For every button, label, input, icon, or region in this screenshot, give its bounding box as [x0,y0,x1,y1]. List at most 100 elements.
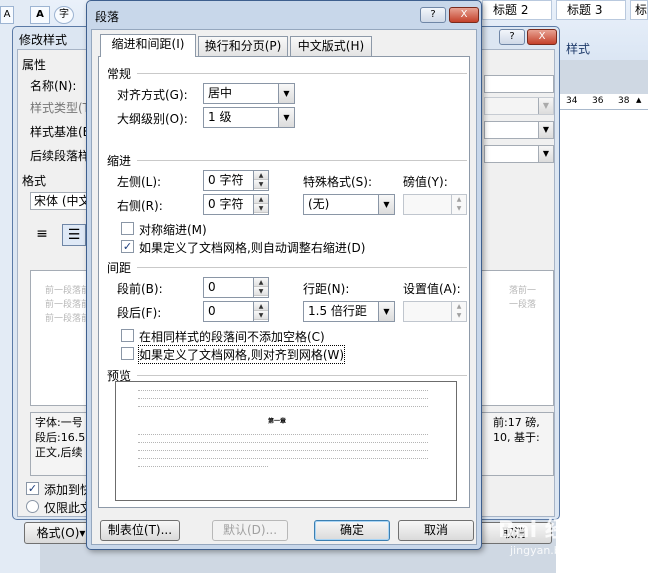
spin-down-icon[interactable]: ▼ [254,204,268,213]
phonetic-guide-icon[interactable]: 字 [54,6,74,24]
snap-to-grid-checkbox[interactable]: 如果定义了文档网格,则对齐到网格(W) [121,345,421,364]
preview-prev-line [138,406,428,410]
spacing-before-spinner[interactable]: 0 ▲ ▼ [203,277,269,298]
paragraph-close-button[interactable]: X [449,7,479,23]
chevron-down-icon: ▼ [378,302,394,321]
special-indent-value: (无) [308,197,330,211]
preview-next-line [138,434,428,438]
style-description-left: 字体:一号 段后:16.5 正文,后续 [35,416,86,459]
preview-next-line [138,442,428,446]
paragraph-help-button[interactable]: ? [420,7,446,23]
style-tile-heading2[interactable]: 标题 2 [482,0,552,20]
horizontal-ruler[interactable]: 34 36 38 ▲ [556,94,648,110]
special-indent-select[interactable]: (无) ▼ [303,194,395,215]
auto-right-indent-label: 如果定义了文档网格,则自动调整右缩进(D) [139,241,366,255]
indent-by-spinner[interactable]: ▲ ▼ [403,194,467,215]
style-tile-heading3[interactable]: 标题 3 [556,0,626,20]
line-spacing-select[interactable]: 1.5 倍行距 ▼ [303,301,395,322]
only-this-doc-radio[interactable] [26,500,39,513]
style-based-select[interactable]: ▼ [484,121,554,139]
outline-level-value: 1 级 [208,110,232,124]
modify-dialog-title: 修改样式 [19,33,68,47]
general-section-title: 常规 [107,67,132,81]
cancel-button[interactable]: 取消 [398,520,474,541]
spin-down-icon[interactable]: ▼ [254,311,268,320]
checkbox-box[interactable]: ✓ [121,240,134,253]
ruler-tick-36: 36 [592,96,604,106]
tab-indents-spacing[interactable]: 缩进和间距(I) [100,34,196,57]
name-input[interactable] [484,75,554,93]
preview-prev-line [138,398,428,402]
tab-asian-typography[interactable]: 中文版式(H) [290,36,372,56]
modify-help-button[interactable]: ? [499,29,525,45]
format-group-label: 格式 [22,174,47,188]
document-page[interactable] [556,110,648,573]
ruler-marker-icon[interactable]: ▲ [636,96,641,104]
align-left-icon[interactable]: ≡ [32,226,52,246]
spacing-after-label: 段后(F): [117,306,162,320]
spacing-at-spinner[interactable]: ▲ ▼ [403,301,467,322]
spacing-before-label: 段前(B): [117,282,163,296]
next-style-select[interactable]: ▼ [484,145,554,163]
section-divider [137,267,467,268]
style-tile-heading3-label: 标题 3 [567,3,603,17]
indent-right-label: 右侧(R): [117,199,163,213]
spin-up-icon[interactable]: ▲ [254,302,268,311]
chevron-down-icon: ▼ [538,98,553,114]
spin-up-icon[interactable]: ▲ [254,195,268,204]
tabs-button[interactable]: 制表位(T)... [100,520,180,541]
no-space-same-style-checkbox[interactable]: 在相同样式的段落间不添加空格(C) [121,328,421,344]
outline-level-label: 大纲级别(O): [117,112,188,126]
preview-next-line [138,458,428,462]
properties-group-label: 属性 [22,58,47,72]
checkbox-box[interactable] [121,347,134,360]
style-tile-more-label: 标 [635,3,648,17]
style-description-right: 前:17 磅, 10, 基于: [493,416,540,444]
preview-next-line [138,466,268,470]
alignment-value: 居中 [208,86,233,100]
font-bold-a-button[interactable]: A [30,6,50,24]
add-quick-checkbox[interactable]: ✓ [26,482,39,495]
spacing-before-value: 0 [208,280,216,294]
style-type-select[interactable]: ▼ [484,97,554,115]
auto-right-indent-checkbox[interactable]: ✓ 如果定义了文档网格,则自动调整右缩进(D) [121,239,466,255]
align-center-icon[interactable]: ☰ [62,224,86,246]
indent-left-spinner[interactable]: 0 字符 ▲ ▼ [203,170,269,191]
spin-down-icon[interactable]: ▼ [254,287,268,296]
special-indent-label: 特殊格式(S): [303,175,373,189]
spin-up-icon[interactable]: ▲ [254,171,268,180]
snap-to-grid-label: 如果定义了文档网格,则对齐到网格(W) [137,345,346,364]
alignment-label: 对齐方式(G): [117,88,188,102]
indent-left-label: 左侧(L): [117,175,162,189]
ok-button[interactable]: 确定 [314,520,390,541]
alignment-select[interactable]: 居中 ▼ [203,83,295,104]
indents-spacing-panel: 常规 对齐方式(G): 居中 ▼ 大纲级别(O): 1 级 ▼ 缩进 左侧(L): … [98,56,470,508]
line-spacing-value: 1.5 倍行距 [308,304,367,318]
paragraph-preview-box: 第一章 [115,381,457,501]
no-space-same-style-label: 在相同样式的段落间不添加空格(C) [139,330,325,344]
style-tile-more[interactable]: 标 [630,0,648,20]
preview-ghost-text: 落前一 [509,286,537,296]
modify-close-button[interactable]: X [527,29,557,45]
chevron-down-icon: ▼ [378,195,394,214]
spin-up-icon[interactable]: ▲ [254,278,268,287]
ruler-tick-34: 34 [566,96,578,106]
mirror-indent-checkbox[interactable]: 对称缩进(M) [121,221,321,237]
indent-right-spinner[interactable]: 0 字符 ▲ ▼ [203,194,269,215]
spacing-after-value: 0 [208,304,216,318]
tab-line-page-breaks[interactable]: 换行和分页(P) [198,36,288,56]
paragraph-dialog-title: 段落 [95,10,120,24]
tab-indents-spacing-label: 缩进和间距(I) [111,37,185,51]
styles-group-label: 样式 [566,42,591,56]
section-divider [137,375,467,376]
checkbox-box[interactable] [121,222,134,235]
watermark-logo: Bai 经验 [498,518,589,543]
checkbox-box[interactable] [121,329,134,342]
indent-by-label: 磅值(Y): [403,175,448,189]
watermark-url: jingyan.baidu.com [510,544,612,557]
font-color-button[interactable]: A [0,6,14,24]
outline-level-select[interactable]: 1 级 ▼ [203,107,295,128]
spacing-after-spinner[interactable]: 0 ▲ ▼ [203,301,269,322]
spin-down-icon[interactable]: ▼ [254,180,268,189]
set-default-button[interactable]: 默认(D)... [212,520,288,541]
